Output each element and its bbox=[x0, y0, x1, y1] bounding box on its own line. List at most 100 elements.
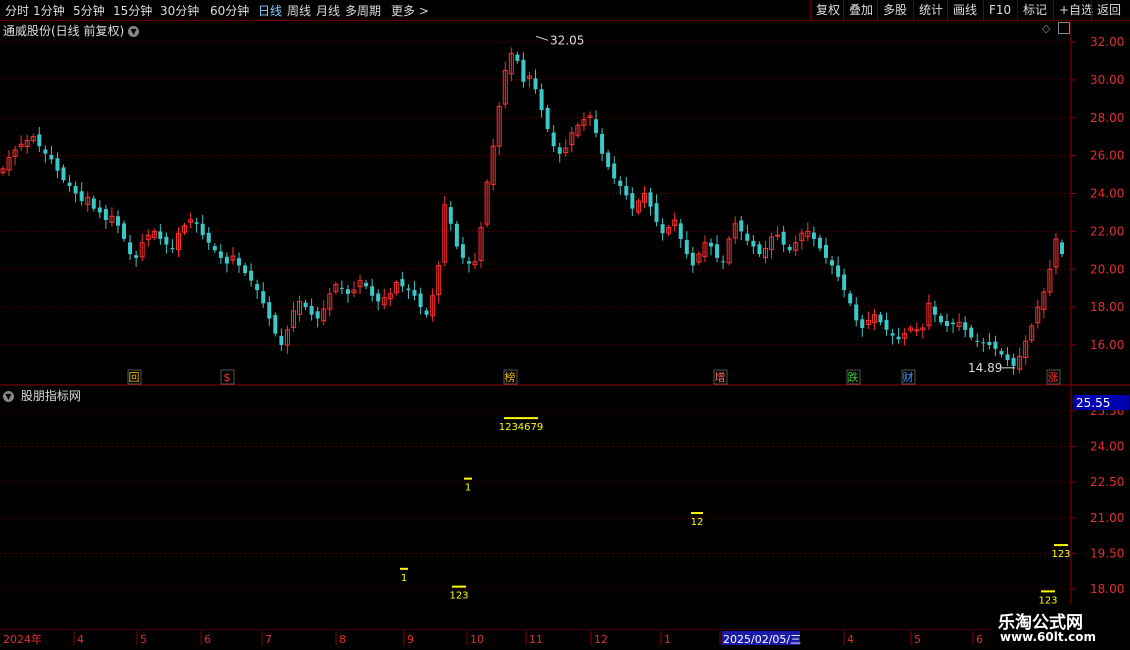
y-tick-label: 26.00 bbox=[1090, 149, 1124, 163]
stock-chart[interactable]: 32.00 30.00 28.00 26.00 24.00 22.00 20.00 18.00… bbox=[0, 0, 1130, 650]
candle-body bbox=[624, 185, 629, 196]
candle-body bbox=[212, 246, 217, 251]
y-tick-label: 22.50 bbox=[1090, 475, 1124, 489]
candle-body bbox=[303, 302, 308, 308]
current-value-label: 25.55 bbox=[1076, 396, 1110, 410]
candle-body bbox=[412, 290, 417, 296]
candle-body bbox=[539, 89, 544, 111]
time-axis-label: 1 bbox=[664, 633, 671, 646]
candle-body bbox=[830, 260, 835, 266]
time-axis-label: 6 bbox=[204, 633, 211, 646]
candle-body bbox=[963, 322, 968, 330]
candle-body bbox=[951, 322, 956, 325]
candle-body bbox=[945, 321, 950, 327]
indicator-mark-label: 1234679 bbox=[499, 422, 544, 433]
candle-body bbox=[751, 240, 756, 247]
candle-body bbox=[273, 315, 278, 334]
candle-body bbox=[67, 182, 72, 186]
candle-body bbox=[787, 246, 792, 251]
candle-body bbox=[1005, 354, 1010, 361]
time-axis-bg bbox=[0, 630, 1130, 650]
time-axis-label: 9 bbox=[407, 633, 414, 646]
candle-body bbox=[594, 119, 599, 133]
event-marker[interactable]: 跌 bbox=[848, 370, 859, 384]
y-tick-label: 24.00 bbox=[1090, 440, 1124, 454]
candle-body bbox=[775, 234, 781, 237]
candle-body bbox=[55, 158, 60, 171]
candle-body bbox=[134, 255, 139, 258]
candle-body bbox=[848, 293, 853, 304]
candle-body bbox=[91, 198, 96, 209]
event-marker[interactable]: $ bbox=[224, 371, 231, 384]
candle-body bbox=[128, 242, 133, 255]
candle-body bbox=[721, 261, 726, 263]
candle-body bbox=[757, 244, 762, 255]
y-tick-label: 19.50 bbox=[1090, 546, 1124, 560]
candle-body bbox=[557, 147, 562, 154]
time-axis-label: 2025/02/05/三 bbox=[723, 633, 801, 646]
candle-body bbox=[97, 207, 102, 213]
candle-body bbox=[406, 288, 411, 291]
candle-body bbox=[267, 302, 272, 319]
candle-body bbox=[345, 289, 350, 294]
candle-body bbox=[200, 223, 205, 236]
candle-body bbox=[122, 223, 127, 239]
candle-body bbox=[460, 244, 465, 258]
candle-body bbox=[860, 319, 865, 328]
candle-body bbox=[896, 336, 901, 340]
time-axis-label: 5 bbox=[140, 633, 147, 646]
candle-body bbox=[999, 351, 1004, 355]
candle-body bbox=[466, 261, 471, 264]
candle-body bbox=[781, 231, 786, 245]
candle-body bbox=[878, 314, 883, 323]
high-price-label: 32.05 bbox=[550, 33, 584, 47]
candle-body bbox=[79, 191, 84, 202]
event-marker[interactable]: 榜 bbox=[505, 370, 516, 384]
candle-body bbox=[987, 341, 992, 345]
candle-body bbox=[206, 232, 211, 243]
indicator-mark-label: 1 bbox=[465, 483, 471, 494]
time-axis-label: 12 bbox=[594, 633, 608, 646]
event-marker[interactable]: 涨 bbox=[1048, 371, 1059, 384]
candle-body bbox=[115, 216, 120, 226]
time-axis-label: 11 bbox=[529, 633, 543, 646]
candle-body bbox=[654, 203, 659, 222]
time-axis-label: 4 bbox=[77, 633, 84, 646]
candle-body bbox=[938, 315, 943, 323]
candle-body bbox=[836, 265, 841, 277]
candle-body bbox=[364, 282, 369, 287]
candle-body bbox=[49, 154, 54, 160]
y-tick-label: 20.00 bbox=[1090, 262, 1124, 276]
time-axis-label: 8 bbox=[339, 633, 346, 646]
candle-body bbox=[158, 231, 163, 239]
event-marker[interactable]: 增 bbox=[715, 370, 726, 384]
event-marker[interactable]: 财 bbox=[903, 370, 914, 384]
candle-body bbox=[811, 232, 816, 239]
candle-body bbox=[315, 311, 320, 319]
candle-body bbox=[521, 59, 526, 82]
candle-body bbox=[279, 335, 284, 345]
candle-body bbox=[709, 242, 714, 247]
candle-body bbox=[817, 237, 822, 249]
candle-body bbox=[400, 279, 405, 287]
candle-body bbox=[969, 327, 974, 338]
candle-body bbox=[1060, 242, 1064, 255]
candle-body bbox=[545, 107, 550, 130]
candle-body bbox=[533, 78, 538, 90]
candle-body bbox=[37, 134, 42, 147]
candle-body bbox=[261, 291, 266, 304]
indicator-mark-label: 123 bbox=[449, 591, 468, 602]
indicator-mark-label: 123 bbox=[1051, 549, 1070, 560]
y-tick-label: 22.00 bbox=[1090, 224, 1124, 238]
candle-body bbox=[606, 152, 611, 167]
candle-body bbox=[424, 310, 429, 315]
y-tick-label: 18.00 bbox=[1090, 300, 1124, 314]
candle-body bbox=[993, 341, 998, 349]
candle-body bbox=[854, 304, 859, 321]
y-tick-label: 24.00 bbox=[1090, 187, 1124, 201]
time-axis-label: 6 bbox=[976, 633, 983, 646]
event-marker[interactable]: 回 bbox=[129, 371, 140, 384]
candle-body bbox=[515, 54, 520, 61]
time-axis-label: 10 bbox=[470, 633, 484, 646]
candle-body bbox=[73, 185, 78, 194]
